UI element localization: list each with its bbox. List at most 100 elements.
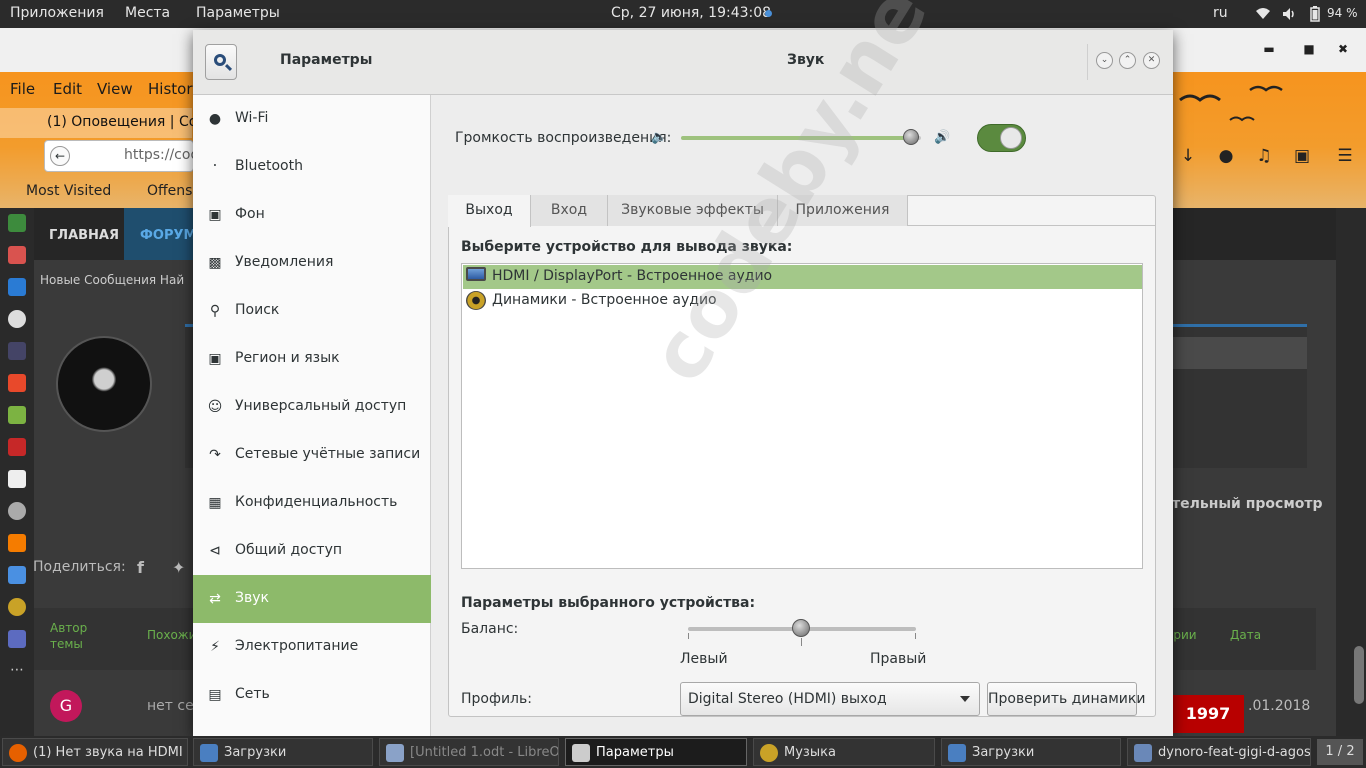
task-firefox[interactable]: (1) Нет звука на HDMI ... xyxy=(2,738,188,766)
sound-panel: Громкость воспроизведения: 🔈 🔊 Выход Вхо… xyxy=(431,95,1173,736)
dock-app-icon[interactable] xyxy=(8,630,26,648)
twitter-icon[interactable]: ✦ xyxy=(172,558,185,577)
tab-output[interactable]: Выход xyxy=(448,195,531,227)
task-downloads-1[interactable]: Загрузки xyxy=(193,738,373,766)
task-settings[interactable]: Параметры xyxy=(565,738,747,766)
dock-app-icon[interactable] xyxy=(8,598,26,616)
wifi-icon: ● xyxy=(208,111,222,127)
facebook-icon[interactable]: f xyxy=(137,558,144,577)
minimize-button[interactable]: ⌄ xyxy=(1096,52,1113,69)
list-item[interactable]: HDMI / DisplayPort - Встроенное аудио xyxy=(463,265,1142,289)
output-device-label: Выберите устройство для вывода звука: xyxy=(461,239,793,255)
task-music[interactable]: Музыка xyxy=(753,738,935,766)
folder-icon xyxy=(948,744,966,762)
dock-app-icon[interactable] xyxy=(8,278,26,296)
tab-applications[interactable]: Приложения xyxy=(778,195,908,226)
minimize-icon[interactable]: ▬ xyxy=(1256,36,1282,62)
monitor-icon xyxy=(466,267,486,281)
sidebar-item-bluetooth[interactable]: ᛫ Bluetooth xyxy=(193,143,431,191)
music-icon[interactable]: ♫ xyxy=(1253,146,1275,168)
browser-menu-view[interactable]: View xyxy=(97,80,133,98)
mute-toggle[interactable] xyxy=(977,124,1026,152)
volume-slider[interactable] xyxy=(681,136,921,140)
accessibility-icon: ☺ xyxy=(207,399,223,415)
dock-app-icon[interactable] xyxy=(8,374,26,392)
tab-input[interactable]: Вход xyxy=(531,195,608,226)
workspace-pager[interactable]: 1 / 2 xyxy=(1317,739,1363,765)
sidebar-item-sound[interactable]: ⇄ Звук xyxy=(193,575,431,623)
dock-app-icon[interactable] xyxy=(8,214,26,232)
bookmark-offensive[interactable]: Offensi xyxy=(147,183,196,199)
sidebar-item-network[interactable]: ▤ Сеть xyxy=(193,671,431,719)
browser-menu-edit[interactable]: Edit xyxy=(53,80,82,98)
volume-slider-thumb[interactable] xyxy=(903,129,920,145)
maximize-button[interactable]: ⌃ xyxy=(1119,52,1136,69)
sidebar-item-accessibility[interactable]: ☺ Универсальный доступ xyxy=(193,383,431,431)
site-nav-home[interactable]: ГЛАВНАЯ xyxy=(49,228,119,243)
close-button[interactable]: ✕ xyxy=(1143,52,1160,69)
battery-status-icon[interactable] xyxy=(1307,6,1323,22)
top-panel: Приложения Места Параметры Ср, 27 июня, … xyxy=(0,0,1366,28)
task-libreoffice[interactable]: [Untitled 1.odt - LibreO... xyxy=(379,738,559,766)
sidebar-item-online-accounts[interactable]: ↷ Сетевые учётные записи xyxy=(193,431,431,479)
task-media-file[interactable]: dynoro-feat-gigi-d-agos... xyxy=(1127,738,1311,766)
dock-app-icon[interactable] xyxy=(8,406,26,424)
extension-badge-icon[interactable]: ● xyxy=(1215,146,1237,168)
show-apps-icon[interactable]: ⋯ xyxy=(8,662,26,680)
browser-tab-label: (1) Оповещения | Co... xyxy=(47,114,211,130)
volume-label: Громкость воспроизведения: xyxy=(455,130,672,146)
dock-app-icon[interactable] xyxy=(8,534,26,552)
sidebar-item-privacy[interactable]: ▦ Конфиденциальность xyxy=(193,479,431,527)
reader-icon[interactable]: ▣ xyxy=(1291,146,1313,168)
dock-app-icon[interactable] xyxy=(8,246,26,264)
download-icon[interactable]: ↓ xyxy=(1177,146,1199,168)
dock-app-icon[interactable] xyxy=(8,470,26,488)
dock-app-icon[interactable] xyxy=(8,342,26,360)
sidebar-item-region[interactable]: ▣ Регион и язык xyxy=(193,335,431,383)
avatar[interactable] xyxy=(56,336,152,432)
wifi-status-icon[interactable] xyxy=(1255,6,1271,22)
close-icon[interactable]: ✖ xyxy=(1330,36,1356,62)
search-button[interactable] xyxy=(205,44,237,80)
bookmark-most-visited[interactable]: Most Visited xyxy=(26,183,111,199)
preview-button[interactable]: тельный просмотр xyxy=(1172,496,1323,512)
tab-sound-effects[interactable]: Звуковые эффекты xyxy=(608,195,778,226)
balance-left-label: Левый xyxy=(680,651,728,667)
task-downloads-2[interactable]: Загрузки xyxy=(941,738,1121,766)
clock[interactable]: Ср, 27 июня, 19:43:08 xyxy=(611,5,771,21)
test-speakers-button[interactable]: Проверить динамики xyxy=(987,682,1145,716)
maximize-icon[interactable]: ■ xyxy=(1296,36,1322,62)
sidebar-item-notifications[interactable]: ▩ Уведомления xyxy=(193,239,431,287)
settings-menu[interactable]: Параметры xyxy=(196,5,280,21)
page-scrollbar-thumb[interactable] xyxy=(1354,646,1364,704)
hamburger-menu-icon[interactable]: ☰ xyxy=(1334,146,1356,168)
back-icon[interactable]: ← xyxy=(50,146,70,166)
applications-menu[interactable]: Приложения xyxy=(10,5,104,21)
keyboard-layout[interactable]: ru xyxy=(1213,5,1228,21)
dock-app-icon[interactable] xyxy=(8,502,26,520)
row-avatar[interactable]: G xyxy=(50,690,82,722)
profile-label: Профиль: xyxy=(461,691,532,707)
dock-app-icon[interactable] xyxy=(8,438,26,456)
site-nav-forum[interactable]: ФОРУМ xyxy=(140,228,196,243)
background-icon: ▣ xyxy=(208,207,222,223)
balance-slider-thumb[interactable] xyxy=(792,619,810,637)
site-subnav[interactable]: Новые Сообщения Най xyxy=(40,273,184,287)
share-label: Поделиться: xyxy=(33,559,126,575)
list-item[interactable]: Динамики - Встроенное аудио xyxy=(463,289,1142,313)
date-column: Дата xyxy=(1230,628,1262,642)
sidebar-item-wifi[interactable]: ● Wi-Fi xyxy=(193,95,431,143)
sidebar-item-sharing[interactable]: ⊲ Общий доступ xyxy=(193,527,431,575)
dock: ⋯ xyxy=(0,208,34,736)
dock-app-icon[interactable] xyxy=(8,566,26,584)
sidebar-item-power[interactable]: ⚡ Электропитание xyxy=(193,623,431,671)
places-menu[interactable]: Места xyxy=(125,5,170,21)
sidebar-item-search[interactable]: ⚲ Поиск xyxy=(193,287,431,335)
sidebar-item-background[interactable]: ▣ Фон xyxy=(193,191,431,239)
network-icon: ▤ xyxy=(208,687,222,703)
power-icon: ⚡ xyxy=(210,639,220,655)
browser-menu-file[interactable]: File xyxy=(10,80,35,98)
volume-status-icon[interactable] xyxy=(1281,6,1297,22)
count-badge: 1997 xyxy=(1172,695,1244,733)
dock-app-icon[interactable] xyxy=(8,310,26,328)
